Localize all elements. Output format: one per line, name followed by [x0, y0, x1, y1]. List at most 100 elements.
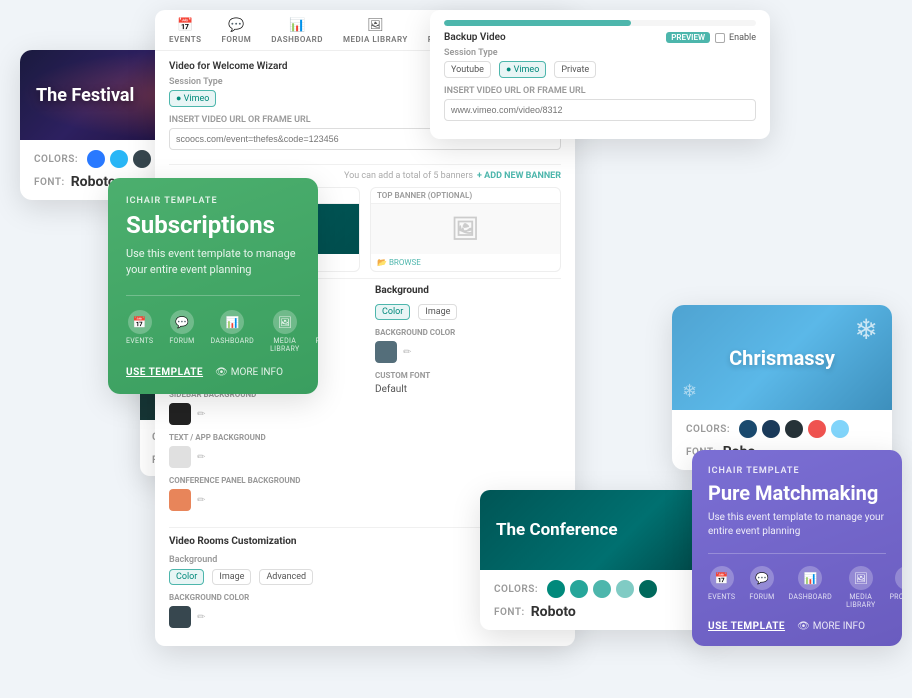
- match-dashboard-icon: 📊: [798, 566, 822, 590]
- conference-color-1[interactable]: [547, 580, 565, 598]
- forum-nav-icon: 💬: [228, 18, 244, 33]
- match-events-label: EVENTS: [708, 593, 735, 601]
- dashboard-icon: 📊: [220, 310, 244, 334]
- bg-color-edit-icon[interactable]: ✏: [403, 347, 411, 358]
- sub-icon-dashboard: 📊 DASHBOARD: [211, 310, 255, 353]
- use-template-button[interactable]: USE TEMPLATE: [126, 367, 203, 378]
- radio-vimeo[interactable]: ● Vimeo: [169, 90, 216, 107]
- chrismassy-card: Chrismassy COLORS: FONT: Robo: [672, 305, 892, 470]
- backup-radio-private[interactable]: Private: [554, 61, 596, 78]
- christmas-color-3[interactable]: [785, 420, 803, 438]
- sidebar-bg-swatch[interactable]: [169, 403, 191, 425]
- nav-media[interactable]: 🖼 MEDIA LIBRARY: [343, 18, 408, 44]
- match-icon-events: 📅 EVENTS: [708, 566, 735, 609]
- subscriptions-icons: 📅 EVENTS 💬 FORUM 📊 DASHBOARD 🖼 MEDIA LIB…: [126, 295, 300, 353]
- match-more-info-button[interactable]: 👁 MORE INFO: [797, 621, 865, 632]
- subscriptions-tag: iChair Template: [126, 196, 300, 206]
- vr-image-radio[interactable]: Image: [212, 569, 251, 585]
- match-icon-media: 🖼 MEDIA LIBRARY: [846, 566, 875, 609]
- bg-color-radio[interactable]: Color: [375, 304, 410, 320]
- right-panel-card: Backup Video PREVIEW Enable Session Type…: [430, 10, 770, 139]
- color-dot-3[interactable]: [133, 150, 151, 168]
- vr-advanced-radio[interactable]: Advanced: [259, 569, 313, 585]
- conference-color-2[interactable]: [570, 580, 588, 598]
- matchmaking-actions: USE TEMPLATE 👁 MORE INFO: [708, 621, 886, 632]
- sidebar-bg-edit-icon[interactable]: ✏: [197, 409, 205, 420]
- conference-color-5[interactable]: [639, 580, 657, 598]
- add-banner-button[interactable]: + ADD NEW BANNER: [477, 171, 561, 181]
- text-bg-edit-icon[interactable]: ✏: [197, 452, 205, 463]
- top-banner-2-label: TOP BANNER (OPTIONAL): [371, 188, 560, 204]
- background-title: Background: [375, 285, 561, 296]
- backup-video-section: Backup Video PREVIEW Enable Session Type…: [444, 32, 756, 129]
- color-dot-2[interactable]: [110, 150, 128, 168]
- bg-radio-group: Color Image: [375, 304, 561, 320]
- conference-card: The Conference COLORS: FONT: Roboto: [480, 490, 720, 630]
- bg-image-radio[interactable]: Image: [418, 304, 457, 320]
- rp-top-section: Backup Video PREVIEW Enable Session Type…: [444, 32, 756, 129]
- conference-color-4[interactable]: [616, 580, 634, 598]
- christmas-hero: Chrismassy: [672, 305, 892, 410]
- more-info-button[interactable]: 👁 MORE INFO: [215, 367, 283, 378]
- events-icon: 📅: [128, 310, 152, 334]
- conference-title: The Conference: [496, 520, 618, 540]
- conference-color-3[interactable]: [593, 580, 611, 598]
- vr-bg-edit-icon[interactable]: ✏: [197, 612, 205, 623]
- custom-font-label: CUSTOM FONT: [375, 371, 561, 380]
- browse-banner-button[interactable]: 📂 BROWSE: [377, 258, 421, 267]
- program-label: PROGRAM: [315, 337, 318, 345]
- matchmaking-title: Pure Matchmaking: [708, 481, 886, 505]
- subscriptions-card: iChair Template Subscriptions Use this e…: [108, 178, 318, 394]
- christmas-color-5[interactable]: [831, 420, 849, 438]
- vr-bg-swatch[interactable]: [169, 606, 191, 628]
- backup-url-label: INSERT VIDEO URL OR FRAME URL: [444, 86, 756, 96]
- media-icon: 🖼: [273, 310, 297, 334]
- christmas-color-2[interactable]: [762, 420, 780, 438]
- nav-events[interactable]: 📅 EVENTS: [169, 18, 202, 44]
- color-dot-1[interactable]: [87, 150, 105, 168]
- banner-actions-2: 📂 BROWSE: [371, 254, 560, 271]
- backup-enable-toggle[interactable]: Enable: [715, 33, 756, 43]
- conf-panel-edit-icon[interactable]: ✏: [197, 495, 205, 506]
- video-title: Video for Welcome Wizard: [169, 61, 288, 72]
- conf-panel-swatch[interactable]: [169, 489, 191, 511]
- festival-title: The Festival: [36, 85, 134, 106]
- match-forum-icon: 💬: [750, 566, 774, 590]
- backup-radio-vimeo[interactable]: ● Vimeo: [499, 61, 546, 78]
- vr-color-radio[interactable]: Color: [169, 569, 204, 585]
- backup-radio-youtube[interactable]: Youtube: [444, 61, 491, 78]
- conference-font-value: Roboto: [531, 604, 576, 620]
- matchmaking-icons: 📅 EVENTS 💬 FORUM 📊 DASHBOARD 🖼 MEDIA LIB…: [708, 553, 886, 609]
- conf-panel-label: CONFERENCE PANEL BACKGROUND: [169, 476, 355, 485]
- festival-font-label: FONT:: [34, 177, 65, 188]
- conference-hero: The Conference: [480, 490, 720, 570]
- festival-colors-label: COLORS:: [34, 154, 78, 165]
- christmas-title: Chrismassy: [729, 346, 835, 370]
- events-label: EVENTS: [126, 337, 153, 345]
- christmas-color-1[interactable]: [739, 420, 757, 438]
- christmas-color-4[interactable]: [808, 420, 826, 438]
- match-icon-forum: 💬 FORUM: [749, 566, 774, 609]
- matchmaking-tag: iChair Template: [708, 466, 886, 476]
- nav-forum[interactable]: 💬 FORUM: [222, 18, 252, 44]
- preview-badge: PREVIEW: [666, 32, 710, 43]
- match-events-icon: 📅: [710, 566, 734, 590]
- text-bg-label: TEXT / APP BACKGROUND: [169, 433, 355, 442]
- text-bg-swatch[interactable]: [169, 446, 191, 468]
- bg-color-swatch[interactable]: [375, 341, 397, 363]
- nav-dashboard[interactable]: 📊 DASHBOARD: [271, 18, 323, 44]
- backup-url-input[interactable]: [444, 99, 756, 121]
- sub-icon-forum: 💬 FORUM: [169, 310, 194, 353]
- bg-color-row: ✏: [375, 341, 561, 363]
- matchmaking-card: iChair Template Pure Matchmaking Use thi…: [692, 450, 902, 646]
- right-panel-content: Backup Video PREVIEW Enable Session Type…: [430, 10, 770, 139]
- match-use-template-button[interactable]: USE TEMPLATE: [708, 621, 785, 632]
- bg-color-label: BACKGROUND COLOR: [375, 328, 561, 337]
- conference-font-row: FONT: Roboto: [494, 604, 706, 620]
- custom-font-value: Default: [375, 384, 561, 395]
- match-program-label: PROGRAM: [889, 593, 902, 601]
- forum-label: FORUM: [169, 337, 194, 345]
- backup-toggle-checkbox[interactable]: [715, 33, 725, 43]
- media-label: MEDIA LIBRARY: [270, 337, 299, 353]
- match-program-icon: 📋: [895, 566, 902, 590]
